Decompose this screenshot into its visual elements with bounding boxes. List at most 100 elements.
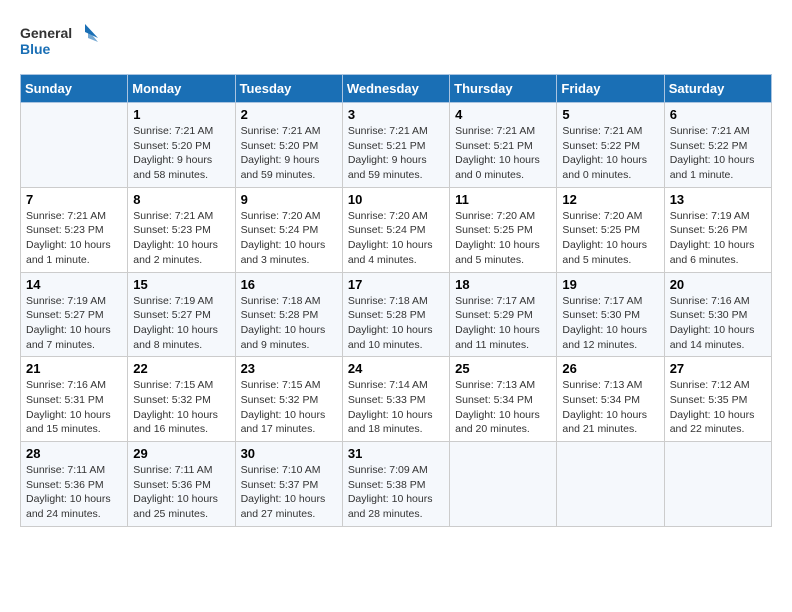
day-number: 5 — [562, 107, 658, 122]
day-number: 20 — [670, 277, 766, 292]
day-number: 1 — [133, 107, 229, 122]
day-info: Sunrise: 7:14 AMSunset: 5:33 PMDaylight:… — [348, 378, 444, 437]
day-number: 3 — [348, 107, 444, 122]
day-number: 13 — [670, 192, 766, 207]
day-number: 31 — [348, 446, 444, 461]
day-info: Sunrise: 7:20 AMSunset: 5:24 PMDaylight:… — [348, 209, 444, 268]
day-info: Sunrise: 7:21 AMSunset: 5:22 PMDaylight:… — [670, 124, 766, 183]
day-number: 21 — [26, 361, 122, 376]
day-number: 14 — [26, 277, 122, 292]
calendar-cell: 21 Sunrise: 7:16 AMSunset: 5:31 PMDayligh… — [21, 357, 128, 442]
calendar-cell: 17Sunrise: 7:18 AMSunset: 5:28 PMDayligh… — [342, 272, 449, 357]
svg-text:Blue: Blue — [20, 41, 51, 57]
calendar-cell: 10 Sunrise: 7:20 AMSunset: 5:24 PMDayligh… — [342, 187, 449, 272]
day-number: 18 — [455, 277, 551, 292]
day-number: 26 — [562, 361, 658, 376]
day-number: 2 — [241, 107, 337, 122]
day-number: 28 — [26, 446, 122, 461]
day-info: Sunrise: 7:21 AMSunset: 5:21 PMDaylight:… — [455, 124, 551, 183]
day-info: Sunrise: 7:21 AMSunset: 5:23 PMDaylight:… — [133, 209, 229, 268]
day-number: 15 — [133, 277, 229, 292]
calendar-cell: 29 Sunrise: 7:11 AMSunset: 5:36 PMDayligh… — [128, 442, 235, 527]
weekday-header-wednesday: Wednesday — [342, 75, 449, 103]
calendar-cell: 1 Sunrise: 7:21 AMSunset: 5:20 PMDaylight… — [128, 103, 235, 188]
day-info: Sunrise: 7:20 AMSunset: 5:25 PMDaylight:… — [455, 209, 551, 268]
day-number: 11 — [455, 192, 551, 207]
svg-text:General: General — [20, 25, 72, 41]
calendar-cell — [450, 442, 557, 527]
calendar-cell: 13 Sunrise: 7:19 AMSunset: 5:26 PMDayligh… — [664, 187, 771, 272]
calendar-cell: 22 Sunrise: 7:15 AMSunset: 5:32 PMDayligh… — [128, 357, 235, 442]
weekday-header-tuesday: Tuesday — [235, 75, 342, 103]
day-info: Sunrise: 7:21 AMSunset: 5:21 PMDaylight:… — [348, 124, 444, 183]
day-info: Sunrise: 7:11 AMSunset: 5:36 PMDaylight:… — [133, 463, 229, 522]
calendar-cell — [21, 103, 128, 188]
day-number: 16 — [241, 277, 337, 292]
day-number: 22 — [133, 361, 229, 376]
calendar-week-row: 7 Sunrise: 7:21 AMSunset: 5:23 PMDaylight… — [21, 187, 772, 272]
day-number: 12 — [562, 192, 658, 207]
day-info: Sunrise: 7:21 AMSunset: 5:23 PMDaylight:… — [26, 209, 122, 268]
day-number: 8 — [133, 192, 229, 207]
calendar-week-row: 28 Sunrise: 7:11 AMSunset: 5:36 PMDayligh… — [21, 442, 772, 527]
day-info: Sunrise: 7:21 AMSunset: 5:20 PMDaylight:… — [241, 124, 337, 183]
calendar-cell: 30 Sunrise: 7:10 AMSunset: 5:37 PMDayligh… — [235, 442, 342, 527]
day-number: 23 — [241, 361, 337, 376]
day-number: 29 — [133, 446, 229, 461]
day-info: Sunrise: 7:15 AMSunset: 5:32 PMDaylight:… — [241, 378, 337, 437]
weekday-header-friday: Friday — [557, 75, 664, 103]
calendar-cell: 23 Sunrise: 7:15 AMSunset: 5:32 PMDayligh… — [235, 357, 342, 442]
day-info: Sunrise: 7:13 AMSunset: 5:34 PMDaylight:… — [562, 378, 658, 437]
calendar-cell: 5 Sunrise: 7:21 AMSunset: 5:22 PMDaylight… — [557, 103, 664, 188]
day-number: 25 — [455, 361, 551, 376]
day-info: Sunrise: 7:11 AMSunset: 5:36 PMDaylight:… — [26, 463, 122, 522]
weekday-header-row: SundayMondayTuesdayWednesdayThursdayFrid… — [21, 75, 772, 103]
day-info: Sunrise: 7:16 AMSunset: 5:30 PMDaylight:… — [670, 294, 766, 353]
calendar-week-row: 21 Sunrise: 7:16 AMSunset: 5:31 PMDayligh… — [21, 357, 772, 442]
day-info: Sunrise: 7:13 AMSunset: 5:34 PMDaylight:… — [455, 378, 551, 437]
day-info: Sunrise: 7:21 AMSunset: 5:22 PMDaylight:… — [562, 124, 658, 183]
day-number: 10 — [348, 192, 444, 207]
calendar-cell: 27 Sunrise: 7:12 AMSunset: 5:35 PMDayligh… — [664, 357, 771, 442]
calendar-week-row: 1 Sunrise: 7:21 AMSunset: 5:20 PMDaylight… — [21, 103, 772, 188]
day-number: 17 — [348, 277, 444, 292]
calendar-week-row: 14 Sunrise: 7:19 AMSunset: 5:27 PMDayligh… — [21, 272, 772, 357]
calendar-cell — [557, 442, 664, 527]
day-info: Sunrise: 7:15 AMSunset: 5:32 PMDaylight:… — [133, 378, 229, 437]
calendar-cell: 19Sunrise: 7:17 AMSunset: 5:30 PMDayligh… — [557, 272, 664, 357]
day-info: Sunrise: 7:17 AMSunset: 5:30 PMDaylight:… — [562, 294, 658, 353]
day-info: Sunrise: 7:12 AMSunset: 5:35 PMDaylight:… — [670, 378, 766, 437]
logo: General Blue — [20, 20, 100, 64]
weekday-header-saturday: Saturday — [664, 75, 771, 103]
logo-svg: General Blue — [20, 20, 100, 64]
day-number: 7 — [26, 192, 122, 207]
calendar-cell: 9 Sunrise: 7:20 AMSunset: 5:24 PMDaylight… — [235, 187, 342, 272]
day-info: Sunrise: 7:19 AMSunset: 5:27 PMDaylight:… — [133, 294, 229, 353]
calendar-cell: 28 Sunrise: 7:11 AMSunset: 5:36 PMDayligh… — [21, 442, 128, 527]
calendar-cell — [664, 442, 771, 527]
calendar-table: SundayMondayTuesdayWednesdayThursdayFrid… — [20, 74, 772, 527]
day-number: 4 — [455, 107, 551, 122]
calendar-cell: 31 Sunrise: 7:09 AMSunset: 5:38 PMDayligh… — [342, 442, 449, 527]
day-info: Sunrise: 7:09 AMSunset: 5:38 PMDaylight:… — [348, 463, 444, 522]
calendar-cell: 8 Sunrise: 7:21 AMSunset: 5:23 PMDaylight… — [128, 187, 235, 272]
day-number: 24 — [348, 361, 444, 376]
calendar-cell: 18Sunrise: 7:17 AMSunset: 5:29 PMDayligh… — [450, 272, 557, 357]
calendar-cell: 12Sunrise: 7:20 AMSunset: 5:25 PMDayligh… — [557, 187, 664, 272]
day-info: Sunrise: 7:21 AMSunset: 5:20 PMDaylight:… — [133, 124, 229, 183]
calendar-cell: 7 Sunrise: 7:21 AMSunset: 5:23 PMDaylight… — [21, 187, 128, 272]
weekday-header-thursday: Thursday — [450, 75, 557, 103]
day-info: Sunrise: 7:19 AMSunset: 5:26 PMDaylight:… — [670, 209, 766, 268]
calendar-cell: 26 Sunrise: 7:13 AMSunset: 5:34 PMDayligh… — [557, 357, 664, 442]
day-info: Sunrise: 7:10 AMSunset: 5:37 PMDaylight:… — [241, 463, 337, 522]
day-number: 27 — [670, 361, 766, 376]
weekday-header-sunday: Sunday — [21, 75, 128, 103]
page-header: General Blue — [20, 20, 772, 64]
weekday-header-monday: Monday — [128, 75, 235, 103]
calendar-cell: 6Sunrise: 7:21 AMSunset: 5:22 PMDaylight… — [664, 103, 771, 188]
day-info: Sunrise: 7:16 AMSunset: 5:31 PMDaylight:… — [26, 378, 122, 437]
day-number: 9 — [241, 192, 337, 207]
day-info: Sunrise: 7:20 AMSunset: 5:24 PMDaylight:… — [241, 209, 337, 268]
calendar-cell: 24 Sunrise: 7:14 AMSunset: 5:33 PMDayligh… — [342, 357, 449, 442]
day-number: 30 — [241, 446, 337, 461]
